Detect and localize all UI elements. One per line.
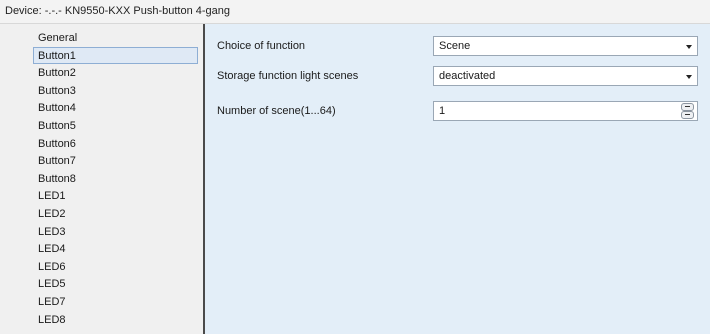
sidebar-item-led3[interactable]: LED3 xyxy=(33,223,198,241)
sidebar-item-button1[interactable]: Button1 xyxy=(33,46,198,65)
sidebar-item-button2[interactable]: Button2 xyxy=(33,64,198,82)
chevron-down-icon xyxy=(686,75,692,79)
number-of-scene-input[interactable]: 1 xyxy=(433,101,698,121)
spin-up-button[interactable] xyxy=(681,103,694,111)
storage-function-label: Storage function light scenes xyxy=(217,70,359,82)
number-of-scene-label: Number of scene(1...64) xyxy=(217,105,336,117)
param-row-choice-of-function: Choice of function Scene xyxy=(205,36,710,58)
spin-down-button[interactable] xyxy=(681,111,694,119)
choice-of-function-dropdown[interactable]: Scene xyxy=(433,36,698,56)
param-row-storage-function: Storage function light scenes deactivate… xyxy=(205,66,710,88)
sidebar-item-button7[interactable]: Button7 xyxy=(33,152,198,170)
sidebar-item-led8[interactable]: LED8 xyxy=(33,311,198,329)
sidebar-nav: General Button1 Button2 Button3 Button4 … xyxy=(33,29,198,328)
parameter-panel: Choice of function Scene Storage functio… xyxy=(205,24,710,334)
param-row-number-of-scene: Number of scene(1...64) 1 xyxy=(205,101,710,123)
storage-function-value: deactivated xyxy=(439,70,496,82)
sidebar-item-led7[interactable]: LED7 xyxy=(33,293,198,311)
choice-of-function-value: Scene xyxy=(439,40,471,52)
sidebar-item-button6[interactable]: Button6 xyxy=(33,135,198,153)
storage-function-dropdown[interactable]: deactivated xyxy=(433,66,698,86)
sidebar-item-led2[interactable]: LED2 xyxy=(33,205,198,223)
sidebar-item-button5[interactable]: Button5 xyxy=(33,117,198,135)
chevron-down-icon xyxy=(686,45,692,49)
sidebar: General Button1 Button2 Button3 Button4 … xyxy=(0,24,205,334)
sidebar-item-led1[interactable]: LED1 xyxy=(33,187,198,205)
sidebar-item-led6[interactable]: LED6 xyxy=(33,258,198,276)
sidebar-item-button8[interactable]: Button8 xyxy=(33,170,198,188)
sidebar-item-led5[interactable]: LED5 xyxy=(33,275,198,293)
number-of-scene-value: 1 xyxy=(439,105,446,117)
device-title: Device: -.-.- KN9550-KXX Push-button 4-g… xyxy=(0,0,710,24)
number-of-scene-spinner xyxy=(681,103,694,119)
sidebar-item-button4[interactable]: Button4 xyxy=(33,99,198,117)
sidebar-item-general[interactable]: General xyxy=(33,29,198,47)
sidebar-item-led4[interactable]: LED4 xyxy=(33,240,198,258)
choice-of-function-label: Choice of function xyxy=(217,40,306,52)
sidebar-item-button3[interactable]: Button3 xyxy=(33,82,198,100)
spin-up-icon xyxy=(685,106,690,108)
spin-down-icon xyxy=(685,114,690,116)
